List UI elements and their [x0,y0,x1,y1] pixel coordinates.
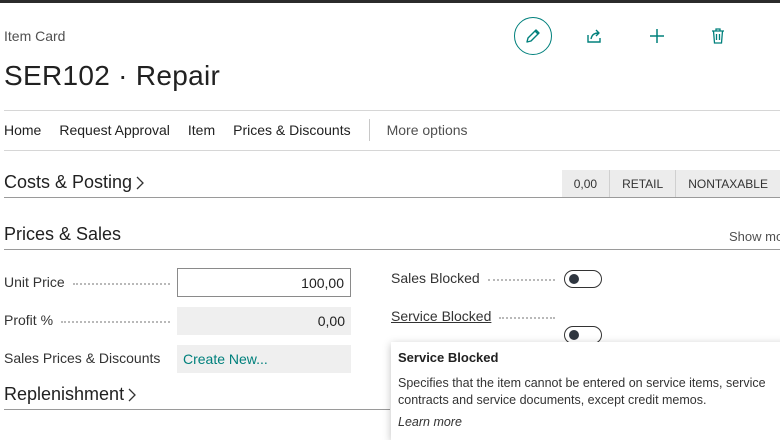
sales-blocked-toggle[interactable] [564,270,602,288]
share-icon [587,29,601,43]
learn-more-link[interactable]: Learn more [398,415,780,429]
toggle-knob [569,274,579,284]
share-button[interactable] [576,18,612,54]
breadcrumb: Item Card [4,28,66,44]
show-more-link[interactable]: Show more [729,229,780,244]
sales-blocked-label: Sales Blocked [391,270,480,286]
profit-label: Profit % [4,312,54,328]
page-title: SER102 · Repair [4,60,221,91]
create-new-sales-price-link[interactable]: Create New... [177,345,351,373]
prices-divider [4,249,780,250]
replenishment-title: Replenishment [4,384,125,404]
create-new-text: Create New... [183,351,268,367]
unit-cost-badge: 0,00 [561,170,610,197]
sales-prices-label: Sales Prices & Discounts [4,350,161,366]
costs-posting-title: Costs & Posting [4,172,133,192]
nav-bottom-divider [4,150,780,151]
service-blocked-label-row: Service Blocked [391,308,561,324]
service-blocked-label[interactable]: Service Blocked [391,308,491,324]
prices-sales-header[interactable]: Prices & Sales [4,224,121,245]
replenishment-header[interactable]: Replenishment [4,384,137,405]
tooltip-body: Specifies that the item cannot be entere… [398,376,766,407]
dotted-leader [499,317,555,319]
nav-item[interactable]: Item [188,122,215,138]
add-icon [650,29,664,43]
new-button[interactable] [639,18,675,54]
nav-home[interactable]: Home [4,122,41,138]
edit-icon [526,29,540,43]
unit-price-label: Unit Price [4,274,65,290]
costs-divider [4,197,780,198]
toggle-knob [569,330,579,340]
dotted-leader [61,321,170,323]
tooltip-title: Service Blocked [398,350,499,365]
dotted-leader [72,283,170,285]
unit-price-input[interactable]: 100,00 [177,268,351,297]
unit-price-value: 100,00 [301,274,344,291]
nav-request-approval[interactable]: Request Approval [59,122,170,138]
unit-price-label-row: Unit Price [4,274,176,290]
costs-badges: 0,00 RETAIL NONTAXABLE [561,170,780,197]
delete-icon [712,28,724,44]
prices-sales-title: Prices & Sales [4,224,122,244]
nav-more-options[interactable]: More options [387,122,468,138]
top-bar [0,0,780,3]
edit-button[interactable] [514,17,552,55]
service-blocked-tooltip: Service Blocked Specifies that the item … [391,342,780,440]
tax-group-badge: NONTAXABLE [675,170,780,197]
dotted-leader [487,279,555,281]
sales-blocked-label-row: Sales Blocked [391,270,561,286]
replenishment-divider [4,409,390,410]
profit-label-row: Profit % [4,312,176,328]
chevron-right-icon [136,176,144,189]
profit-field[interactable]: 0,00 [177,307,351,335]
delete-button[interactable] [700,18,736,54]
posting-group-badge: RETAIL [609,170,676,197]
costs-posting-header[interactable]: Costs & Posting [4,172,145,193]
nav-separator [368,119,370,141]
action-bar: Home Request Approval Item Prices & Disc… [4,110,486,150]
chevron-right-icon [128,388,136,401]
profit-value: 0,00 [317,313,345,329]
nav-prices-discounts[interactable]: Prices & Discounts [233,122,350,138]
